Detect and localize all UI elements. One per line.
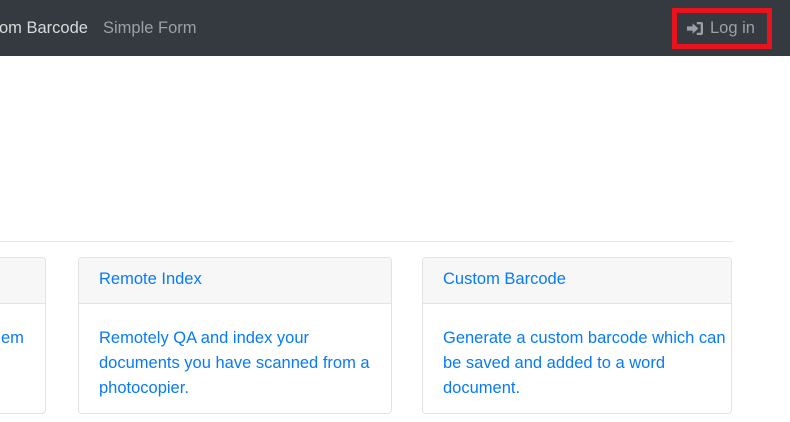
- sign-in-icon: [686, 21, 704, 36]
- card-body-line: documents you have scanned from a: [99, 351, 371, 376]
- card-remote-index-body: Remotely QA and index your documents you…: [79, 304, 391, 414]
- card-body-line: Generate a custom barcode which can: [443, 326, 711, 351]
- card-remote-index-title[interactable]: Remote Index: [79, 258, 391, 304]
- card-body-line: be saved and added to a word: [443, 351, 711, 376]
- card-custom-barcode-title[interactable]: Custom Barcode: [423, 258, 731, 304]
- card-partial-left[interactable]: em: [0, 257, 46, 414]
- nav-item-simple-form[interactable]: Simple Form: [103, 0, 197, 56]
- card-custom-barcode-body: Generate a custom barcode which can be s…: [423, 304, 731, 414]
- card-body-line: Remotely QA and index your: [99, 326, 371, 351]
- card-partial-left-title: [0, 258, 45, 304]
- card-remote-index[interactable]: Remote Index Remotely QA and index your …: [78, 257, 392, 414]
- section-divider: [0, 241, 733, 242]
- card-custom-barcode[interactable]: Custom Barcode Generate a custom barcode…: [422, 257, 732, 414]
- card-body-line: photocopier.: [99, 376, 371, 401]
- card-partial-left-body: em: [0, 304, 45, 351]
- top-navbar: om Barcode Simple Form Log in: [0, 0, 790, 56]
- card-body-line: em: [1, 326, 45, 351]
- login-label: Log in: [710, 19, 755, 38]
- card-body-line: document.: [443, 376, 711, 401]
- nav-item-custom-barcode-partial[interactable]: om Barcode: [0, 0, 88, 56]
- login-link[interactable]: Log in: [686, 0, 755, 56]
